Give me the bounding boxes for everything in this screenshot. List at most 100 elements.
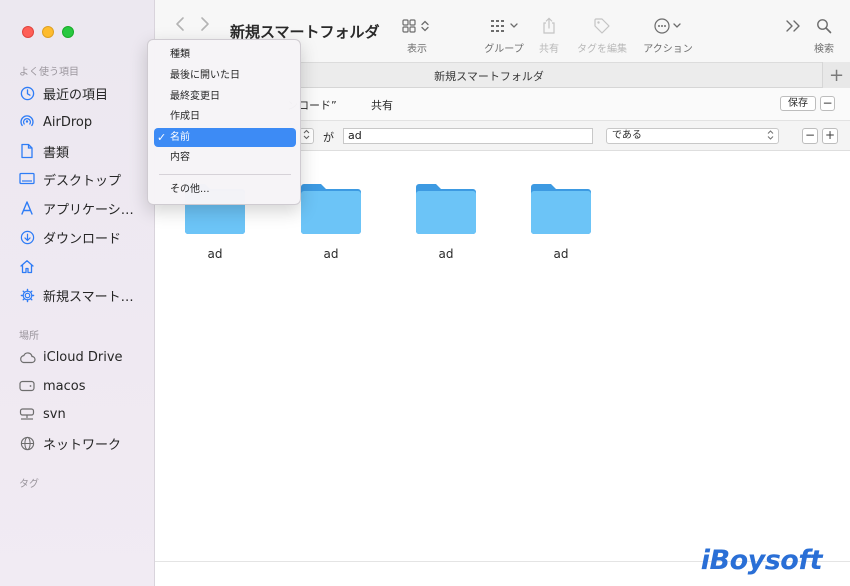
- new-tab-button[interactable]: +: [822, 62, 850, 89]
- tag-icon: [573, 16, 631, 36]
- menu-item-created[interactable]: 作成日: [154, 107, 296, 126]
- cloud-icon: [18, 348, 36, 366]
- scope-shared[interactable]: 共有: [371, 97, 393, 113]
- search-label: 検索: [814, 44, 834, 55]
- sidebar-item-label: svn: [43, 406, 66, 422]
- sidebar-item-label: デスクトップ: [43, 173, 122, 189]
- sidebar-item-network[interactable]: ネットワーク: [18, 431, 150, 455]
- sidebar-item-label: 最近の項目: [43, 87, 109, 103]
- operator-select[interactable]: である: [606, 128, 779, 144]
- file-grid: ad ad ad ad: [155, 151, 850, 561]
- download-icon: [18, 228, 36, 246]
- view-button[interactable]: 表示: [398, 16, 436, 55]
- file-name: ad: [207, 247, 223, 261]
- attribute-menu: 種類 最後に開いた日 最終変更日 作成日 ✓ 名前 内容 その他...: [147, 39, 301, 205]
- menu-item-label: 種類: [170, 49, 190, 60]
- home-icon: [18, 257, 36, 275]
- sidebar-item-icloud-drive[interactable]: iCloud Drive: [18, 345, 150, 369]
- checkmark-icon: ✓: [157, 131, 167, 144]
- locations-heading: 場所: [19, 331, 39, 342]
- sidebar-item-label: 書類: [43, 145, 70, 161]
- group-button[interactable]: グループ: [481, 16, 527, 55]
- double-chevron-icon: [781, 16, 805, 36]
- sidebar-item-label: ダウンロード: [43, 231, 122, 247]
- zoom-button[interactable]: [62, 26, 74, 38]
- menu-item-contents[interactable]: 内容: [154, 148, 296, 167]
- tags-heading: タグ: [19, 479, 39, 490]
- close-button[interactable]: [22, 26, 34, 38]
- menu-item-kind[interactable]: 種類: [154, 45, 296, 64]
- save-button[interactable]: 保存: [780, 96, 816, 111]
- action-icon: [639, 16, 697, 36]
- finder-window: よく使う項目 最近の項目 AirDrop 書類 デスクトップ アプリケーシ… ダ…: [0, 0, 850, 586]
- attribute-stepper[interactable]: [299, 128, 314, 144]
- document-icon: [18, 142, 36, 160]
- menu-item-name[interactable]: ✓ 名前: [154, 128, 296, 147]
- menu-item-last-opened[interactable]: 最後に開いた日: [154, 66, 296, 85]
- sidebar-item-macos[interactable]: macos: [18, 374, 150, 398]
- folder-icon: [301, 184, 361, 234]
- globe-icon: [18, 434, 36, 452]
- file-name: ad: [323, 247, 339, 261]
- remove-criteria-button[interactable]: −: [802, 128, 818, 144]
- clock-icon: [18, 84, 36, 102]
- menu-item-label: 最後に開いた日: [170, 70, 240, 81]
- sidebar-item-applications[interactable]: アプリケーシ…: [18, 196, 150, 220]
- sidebar: よく使う項目 最近の項目 AirDrop 書類 デスクトップ アプリケーシ… ダ…: [0, 0, 155, 586]
- sidebar-item-label: 新規スマート…: [43, 289, 134, 305]
- share-button[interactable]: 共有: [535, 16, 563, 55]
- chevron-right-icon: [201, 17, 209, 31]
- menu-item-last-modified[interactable]: 最終変更日: [154, 87, 296, 106]
- network-drive-icon: [18, 405, 36, 423]
- favorites-heading: よく使う項目: [19, 67, 79, 78]
- group-icon: [481, 16, 527, 36]
- file-item[interactable]: ad: [401, 181, 491, 261]
- sidebar-item-label: macos: [43, 378, 86, 394]
- menu-item-label: 最終変更日: [170, 91, 220, 102]
- criteria-value-input[interactable]: ad: [343, 128, 593, 144]
- sidebar-item-home[interactable]: [18, 254, 150, 278]
- remove-scope-button[interactable]: −: [820, 96, 835, 111]
- iboysoft-watermark: iBoysoft: [700, 545, 823, 576]
- back-button[interactable]: [175, 16, 185, 37]
- sidebar-item-downloads[interactable]: ダウンロード: [18, 225, 150, 249]
- sidebar-item-airdrop[interactable]: AirDrop: [18, 110, 150, 134]
- action-button[interactable]: アクション: [639, 16, 697, 55]
- grid-view-icon: [398, 16, 436, 36]
- search-icon: [810, 16, 838, 36]
- action-label: アクション: [643, 44, 693, 55]
- edit-tags-label: タグを編集: [577, 44, 627, 55]
- file-name: ad: [553, 247, 569, 261]
- search-button[interactable]: 検索: [810, 16, 838, 55]
- sidebar-item-label: AirDrop: [43, 114, 93, 130]
- menu-item-label: 名前: [170, 132, 190, 143]
- gear-icon: [18, 286, 36, 304]
- sidebar-item-label: ネットワーク: [43, 437, 122, 453]
- sidebar-item-label: アプリケーシ…: [43, 202, 134, 218]
- menu-item-other[interactable]: その他...: [154, 180, 296, 199]
- menu-item-label: 内容: [170, 152, 190, 163]
- desktop-icon: [18, 170, 36, 188]
- forward-button[interactable]: [200, 16, 210, 37]
- disk-icon: [18, 377, 36, 395]
- menu-item-label: 作成日: [170, 111, 200, 122]
- view-label: 表示: [407, 44, 427, 55]
- chevron-left-icon: [176, 17, 184, 31]
- sidebar-item-documents[interactable]: 書類: [18, 139, 150, 163]
- sidebar-item-svn[interactable]: svn: [18, 402, 150, 426]
- edit-tags-button[interactable]: タグを編集: [573, 16, 631, 55]
- folder-icon: [531, 184, 591, 234]
- sidebar-item-label: iCloud Drive: [43, 349, 123, 365]
- add-criteria-button[interactable]: +: [822, 128, 838, 144]
- sidebar-item-desktop[interactable]: デスクトップ: [18, 167, 150, 191]
- sidebar-item-recents[interactable]: 最近の項目: [18, 81, 150, 105]
- minimize-button[interactable]: [42, 26, 54, 38]
- more-toolbar-button[interactable]: [781, 16, 805, 36]
- share-label: 共有: [539, 44, 559, 55]
- file-name: ad: [438, 247, 454, 261]
- sidebar-item-smart-folder[interactable]: 新規スマート…: [18, 283, 150, 307]
- stepper-icon: [303, 129, 310, 140]
- applications-icon: [18, 199, 36, 217]
- file-item[interactable]: ad: [516, 181, 606, 261]
- share-icon: [535, 16, 563, 36]
